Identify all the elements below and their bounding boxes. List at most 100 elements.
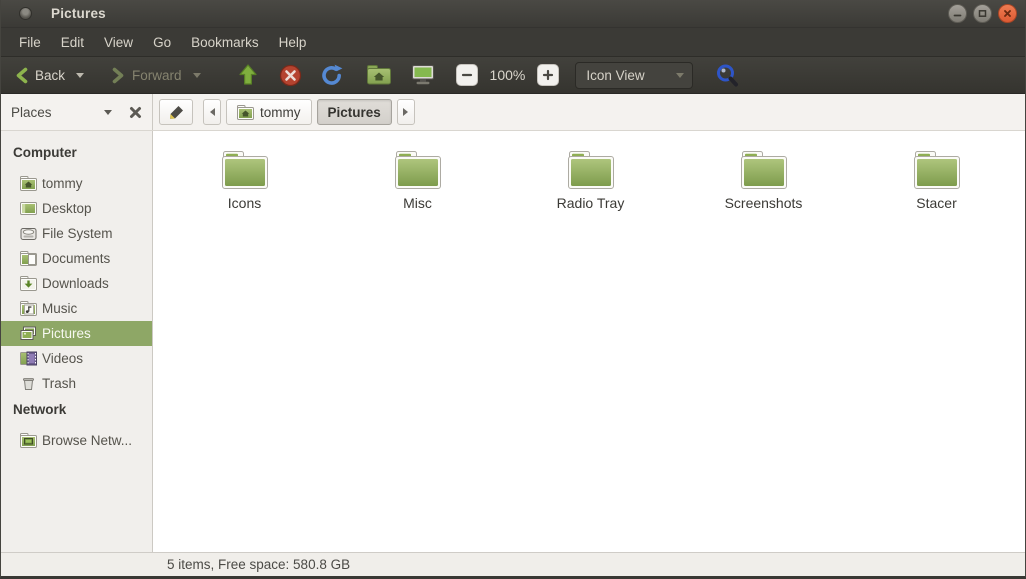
sidebar-item-label: tommy (42, 176, 83, 191)
sidebar-item-file-system[interactable]: File System (1, 221, 152, 246)
close-pane-icon (129, 106, 141, 118)
sidebar-item-label: Browse Netw... (42, 433, 133, 448)
desktop-icon (20, 201, 37, 216)
status-text: 5 items, Free space: 580.8 GB (167, 557, 351, 572)
refresh-icon (321, 64, 342, 85)
folder-icon (394, 151, 441, 189)
desktop-button[interactable] (406, 62, 440, 88)
crumb-tommy[interactable]: tommy (226, 99, 312, 125)
window-icon[interactable] (19, 7, 32, 20)
up-arrow-icon (238, 64, 257, 85)
sidebar-item-tommy[interactable]: tommy (1, 171, 152, 196)
sidebar-item-trash[interactable]: Trash (1, 371, 152, 396)
folder-icon (221, 151, 268, 189)
sidebar-item-desktop[interactable]: Desktop (1, 196, 152, 221)
forward-chevron-icon (112, 67, 124, 83)
back-history-caret-icon[interactable] (76, 72, 85, 78)
sidebar-item-videos[interactable]: Videos (1, 346, 152, 371)
next-crumb-button[interactable] (396, 99, 415, 125)
sidebar-item-downloads[interactable]: Downloads (1, 271, 152, 296)
zoom-out-button[interactable] (455, 64, 478, 86)
folder-label: Icons (227, 195, 262, 211)
folder-icon (740, 151, 787, 189)
maximize-button[interactable] (973, 4, 992, 23)
places-dropdown-label[interactable]: Places (11, 105, 52, 120)
zoom-out-icon (461, 73, 472, 77)
back-button[interactable]: Back (9, 63, 90, 88)
sidebar-item-label: Documents (42, 251, 111, 266)
titlebar: Pictures (1, 0, 1025, 28)
edit-path-button[interactable] (159, 99, 193, 125)
back-chevron-icon (16, 67, 28, 83)
crumb-label: Pictures (327, 104, 381, 120)
back-label: Back (35, 67, 66, 83)
folder-item-radio-tray[interactable]: Radio Tray (504, 147, 677, 211)
home-button[interactable] (362, 62, 396, 88)
stop-icon (279, 64, 301, 86)
folder-icon (913, 151, 960, 189)
forward-button[interactable]: Forward (106, 63, 207, 88)
pathbar: Places tommy Pictures (1, 94, 1025, 131)
forward-history-caret-icon[interactable] (192, 72, 201, 78)
downloads-folder-icon (20, 276, 37, 291)
pictures-folder-icon (20, 326, 37, 341)
up-button[interactable] (233, 61, 263, 89)
minimize-button[interactable] (948, 4, 967, 23)
music-folder-icon (20, 301, 37, 316)
folder-icon (567, 151, 614, 189)
forward-label: Forward (132, 67, 182, 83)
menu-edit[interactable]: Edit (51, 31, 94, 54)
file-system-icon (20, 226, 37, 241)
folder-label: Radio Tray (556, 195, 625, 211)
desktop-icon (411, 65, 434, 85)
places-caret-icon[interactable] (104, 109, 112, 115)
crumb-pictures[interactable]: Pictures (316, 99, 392, 125)
close-icon (1004, 10, 1011, 17)
search-icon (717, 64, 739, 86)
search-button[interactable] (711, 61, 744, 90)
videos-folder-icon (20, 351, 37, 366)
places-zone: Places (1, 94, 153, 130)
prev-crumb-button[interactable] (203, 99, 221, 125)
menu-bookmarks[interactable]: Bookmarks (181, 31, 269, 54)
sidebar-item-label: Desktop (42, 201, 92, 216)
stop-button[interactable] (275, 62, 306, 89)
folder-item-misc[interactable]: Misc (331, 147, 504, 211)
sidebar-item-music[interactable]: Music (1, 296, 152, 321)
maximize-icon (978, 10, 987, 17)
documents-folder-icon (20, 251, 37, 266)
prev-crumb-icon (209, 108, 215, 116)
menu-view[interactable]: View (94, 31, 143, 54)
folder-label: Misc (403, 195, 432, 211)
sidebar-item-label: File System (42, 226, 113, 241)
crumb-zone: tommy Pictures (153, 99, 415, 125)
folder-item-icons[interactable]: Icons (158, 147, 331, 211)
trash-icon (20, 376, 37, 391)
edit-path-icon (170, 105, 183, 119)
menu-go[interactable]: Go (143, 31, 181, 54)
sidebar-item-label: Trash (42, 376, 77, 391)
close-pane-button[interactable] (126, 103, 144, 121)
icon-view: Icons Misc Radio Tray Screenshots Stacer (153, 131, 1025, 552)
sidebar-item-documents[interactable]: Documents (1, 246, 152, 271)
menu-file[interactable]: File (9, 31, 51, 54)
content-row: Computer tommy Desktop File System Docum… (1, 131, 1025, 552)
menu-help[interactable]: Help (269, 31, 317, 54)
close-button[interactable] (998, 4, 1017, 23)
zoom-in-button[interactable] (537, 64, 560, 86)
toolbar: Back Forward 100% Icon View (1, 56, 1025, 94)
sidebar-header-network: Network (13, 401, 67, 417)
view-mode-value: Icon View (586, 67, 645, 83)
refresh-button[interactable] (316, 61, 348, 89)
home-folder-icon (366, 65, 391, 85)
folder-item-screenshots[interactable]: Screenshots (677, 147, 850, 211)
sidebar-item-browse-network[interactable]: Browse Netw... (1, 428, 152, 453)
sidebar-item-pictures[interactable]: Pictures (1, 321, 152, 346)
folder-item-stacer[interactable]: Stacer (850, 147, 1023, 211)
view-mode-select[interactable]: Icon View (575, 61, 694, 89)
crumb-label: tommy (260, 104, 301, 120)
zoom-level: 100% (489, 67, 526, 83)
zoom-in-icon (543, 69, 554, 81)
file-manager-window: Pictures File Edit View Go Bookmarks Hel… (0, 0, 1026, 579)
sidebar-header-computer: Computer (13, 144, 77, 160)
